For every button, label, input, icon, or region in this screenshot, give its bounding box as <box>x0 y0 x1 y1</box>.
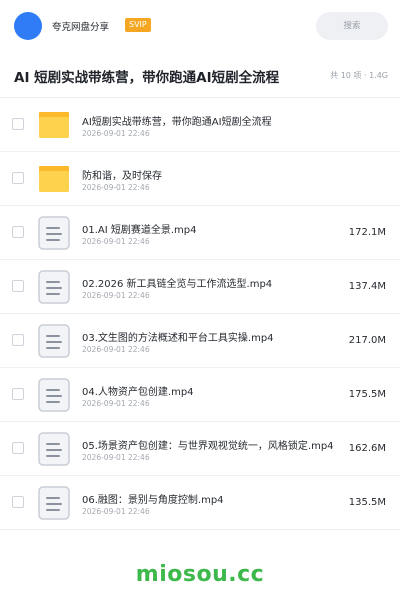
file-date: 2026-09-01 22:46 <box>82 183 150 192</box>
file-name[interactable]: 防和谐，及时保存 <box>82 167 344 182</box>
svip-badge[interactable]: SVIP <box>125 18 151 32</box>
file-row[interactable]: 01.AI 短剧赛道全景.mp4 2026-09-01 22:46 172.1M <box>0 206 400 260</box>
document-icon <box>38 216 70 250</box>
page-title: AI 短剧实战带练营，带你跑通AI短剧全流程 <box>14 70 280 86</box>
file-name[interactable]: 06.融图：景别与角度控制.mp4 <box>82 491 344 506</box>
file-size: 217.0M <box>348 335 386 346</box>
select-checkbox[interactable] <box>12 334 24 346</box>
folder-icon <box>38 162 70 196</box>
file-row[interactable]: 02.2026 新工具链全览与工作流选型.mp4 2026-09-01 22:46… <box>0 260 400 314</box>
watermark: miosou.cc <box>0 547 400 600</box>
document-icon <box>38 324 70 358</box>
file-size: 175.5M <box>348 389 386 400</box>
file-name[interactable]: AI短剧实战带练营，带你跑通AI短剧全流程 <box>82 113 344 128</box>
document-icon <box>38 270 70 304</box>
file-row[interactable]: 06.融图：景别与角度控制.mp4 2026-09-01 22:46 135.5M <box>0 476 400 530</box>
file-size: 172.1M <box>348 227 386 238</box>
file-date: 2026-09-01 22:46 <box>82 507 150 516</box>
file-size: 135.5M <box>348 497 386 508</box>
file-date: 2026-09-01 22:46 <box>82 237 150 246</box>
folder-row[interactable]: AI短剧实战带练营，带你跑通AI短剧全流程 2026-09-01 22:46 <box>0 98 400 152</box>
file-name[interactable]: 02.2026 新工具链全览与工作流选型.mp4 <box>82 275 344 290</box>
file-date: 2026-09-01 22:46 <box>82 399 150 408</box>
file-name[interactable]: 04.人物资产包创建.mp4 <box>82 383 344 398</box>
file-row[interactable]: 05.场景资产包创建：与世界观视觉统一，风格锁定.mp4 2026-09-01 2… <box>0 422 400 476</box>
select-checkbox[interactable] <box>12 280 24 292</box>
file-name[interactable]: 03.文生图的方法概述和平台工具实操.mp4 <box>82 329 344 344</box>
select-checkbox[interactable] <box>12 118 24 130</box>
file-name[interactable]: 01.AI 短剧赛道全景.mp4 <box>82 221 344 236</box>
document-icon <box>38 432 70 466</box>
folder-icon <box>38 108 70 142</box>
select-checkbox[interactable] <box>12 496 24 508</box>
document-icon <box>38 486 70 520</box>
file-row[interactable]: 04.人物资产包创建.mp4 2026-09-01 22:46 175.5M <box>0 368 400 422</box>
select-checkbox[interactable] <box>12 442 24 454</box>
top-bar: 夸克网盘分享 SVIP <box>0 0 400 53</box>
document-icon <box>38 378 70 412</box>
item-count-size: 共 10 项 · 1.4G <box>330 71 388 80</box>
file-date: 2026-09-01 22:46 <box>82 453 150 462</box>
file-date: 2026-09-01 22:46 <box>82 129 150 138</box>
folder-row[interactable]: 防和谐，及时保存 2026-09-01 22:46 <box>0 152 400 206</box>
select-checkbox[interactable] <box>12 172 24 184</box>
file-row[interactable]: 03.文生图的方法概述和平台工具实操.mp4 2026-09-01 22:46 21… <box>0 314 400 368</box>
file-date: 2026-09-01 22:46 <box>82 291 150 300</box>
file-date: 2026-09-01 22:46 <box>82 345 150 354</box>
file-size: 137.4M <box>348 281 386 292</box>
file-size: 162.6M <box>348 443 386 454</box>
file-name[interactable]: 05.场景资产包创建：与世界观视觉统一，风格锁定.mp4 <box>82 437 344 452</box>
search-input[interactable] <box>316 12 388 40</box>
file-list: AI短剧实战带练营，带你跑通AI短剧全流程 2026-09-01 22:46 防和谐… <box>0 97 400 547</box>
select-checkbox[interactable] <box>12 388 24 400</box>
watermark-text: miosou.cc <box>135 562 265 587</box>
select-checkbox[interactable] <box>12 226 24 238</box>
share-header: AI 短剧实战带练营，带你跑通AI短剧全流程 共 10 项 · 1.4G <box>0 52 400 97</box>
avatar[interactable] <box>14 12 42 40</box>
brand-name: 夸克网盘分享 <box>52 22 110 33</box>
